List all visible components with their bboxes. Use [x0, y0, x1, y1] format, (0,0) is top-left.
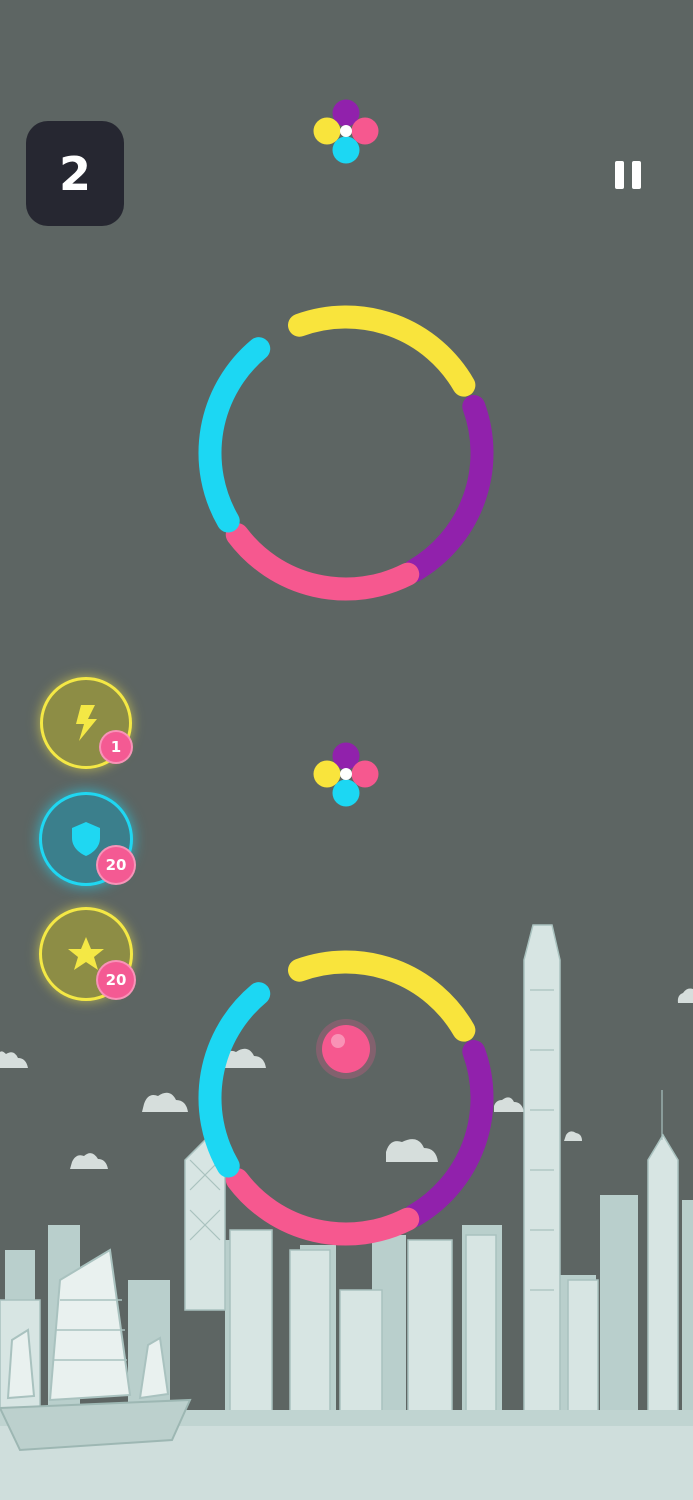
pause-button[interactable] — [600, 150, 656, 200]
pause-icon — [615, 161, 624, 189]
shield-icon — [72, 822, 100, 856]
lightning-icon — [76, 705, 97, 741]
pause-icon-bar — [632, 161, 641, 189]
score-display: 2 — [26, 121, 124, 226]
powerup-shield-count: 20 — [96, 845, 136, 885]
powerup-star-button[interactable]: 20 — [39, 907, 136, 1001]
powerup-shield-button[interactable]: 20 — [39, 792, 136, 886]
powerup-lightning-count: 1 — [99, 730, 133, 764]
powerup-star-count: 20 — [96, 960, 136, 1000]
score-value: 2 — [58, 146, 91, 201]
star-icon — [68, 937, 104, 970]
player-ball — [316, 1019, 376, 1079]
powerup-lightning-button[interactable]: 1 — [40, 677, 133, 769]
